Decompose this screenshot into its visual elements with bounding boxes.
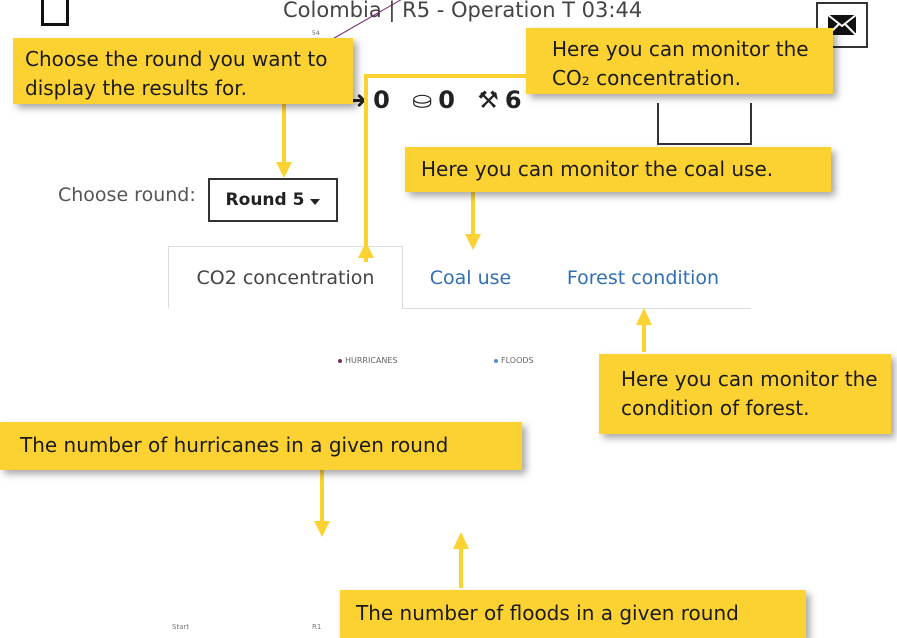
callout-round: Choose the round you want to display the…: [13, 38, 353, 104]
callout-floods: The number of floods in a given round: [340, 590, 806, 638]
callout-hurricanes: The number of hurricanes in a given roun…: [0, 422, 522, 470]
callout-co2: Here you can monitor the CO₂ concentrati…: [526, 28, 833, 94]
callout-forest: Here you can monitor the condition of fo…: [599, 354, 891, 434]
callout-coal: Here you can monitor the coal use.: [405, 147, 831, 192]
